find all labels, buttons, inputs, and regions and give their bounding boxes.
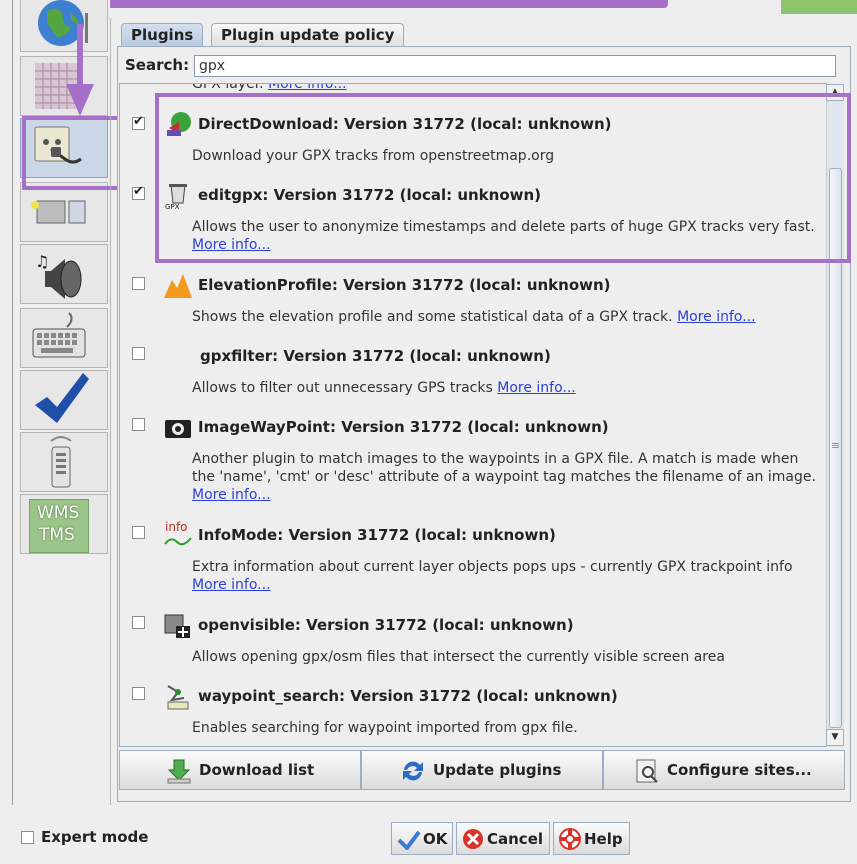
checkmark-icon (35, 373, 89, 423)
help-lifebuoy-icon (559, 828, 581, 850)
ok-check-icon (397, 830, 421, 850)
cancel-label: Cancel (487, 830, 544, 848)
plugin-desc-text: Another plugin to match images to the wa… (192, 451, 816, 485)
plugin-desc-text: Allows opening gpx/osm files that inters… (192, 649, 725, 665)
cancel-button[interactable]: Cancel (456, 822, 550, 855)
tab-plugin-update-policy[interactable]: Plugin update policy (211, 23, 405, 47)
expert-mode-checkbox[interactable] (21, 831, 34, 844)
sidebar-tab-validator[interactable] (20, 370, 108, 430)
wms-label: WMS (37, 503, 80, 523)
plugin-checkbox-infomode[interactable] (132, 526, 145, 539)
plugin-description: Another plugin to match images to the wa… (192, 450, 822, 504)
infomode-icon: info (164, 520, 192, 546)
tab-plugins[interactable]: Plugins (121, 23, 204, 47)
plugin-description: Extra information about current layer ob… (192, 558, 822, 594)
partial-desc-text: GPX layer. (192, 83, 264, 92)
update-plugins-label: Update plugins (433, 761, 562, 779)
partial-description: GPX layer. More info... (192, 83, 347, 92)
plugin-description: Shows the elevation profile and some sta… (192, 308, 822, 326)
plugin-checkbox-gpxfilter[interactable] (132, 347, 145, 360)
infomode-icon-text: info (165, 520, 188, 534)
more-info-link[interactable]: More info... (268, 84, 347, 92)
sidebar-tab-wms-tms[interactable]: WMS TMS (20, 494, 108, 554)
openvisible-icon (164, 614, 190, 638)
top-right-corner-block (781, 0, 857, 14)
more-info-link[interactable]: More info... (497, 380, 576, 396)
plugin-title: openvisible: Version 31772 (local: unkno… (198, 616, 574, 634)
download-icon (167, 759, 191, 784)
search-input[interactable] (194, 55, 836, 77)
plugin-checkbox-openvisible[interactable] (132, 616, 145, 629)
configure-sites-button[interactable]: Configure sites... (603, 750, 845, 790)
plugin-desc-text: Extra information about current layer ob… (192, 559, 793, 575)
speaker-icon: ♫ (35, 252, 82, 299)
ok-button[interactable]: OK (391, 822, 453, 855)
download-list-label: Download list (199, 761, 315, 779)
configure-sites-label: Configure sites... (667, 761, 812, 779)
scroll-down-icon[interactable]: ▼ (826, 729, 844, 746)
refresh-icon (403, 761, 423, 781)
plugin-description: Enables searching for waypoint imported … (192, 719, 822, 737)
remote-control-icon (50, 436, 72, 488)
plugin-description: Allows opening gpx/osm files that inters… (192, 648, 822, 666)
checked-plugins-highlight (155, 93, 851, 263)
plugin-desc-text: Allows to filter out unnecessary GPS tra… (192, 380, 493, 396)
plugin-desc-text: Shows the elevation profile and some sta… (192, 309, 673, 325)
folder-icon (31, 200, 86, 224)
plugin-description: Allows to filter out unnecessary GPS tra… (192, 379, 822, 397)
ok-label: OK (423, 830, 448, 848)
download-list-button[interactable]: Download list (119, 750, 361, 790)
plugin-title: waypoint_search: Version 31772 (local: u… (198, 687, 618, 705)
more-info-link[interactable]: More info... (192, 577, 271, 593)
camera-icon (165, 420, 191, 438)
update-plugins-button[interactable]: Update plugins (361, 750, 603, 790)
plugin-checkbox-elevationprofile[interactable] (132, 277, 145, 290)
configure-icon (636, 759, 658, 783)
more-info-link[interactable]: More info... (192, 487, 271, 503)
plugin-title: InfoMode: Version 31772 (local: unknown) (198, 526, 556, 544)
plugin-checkbox-waypoint-search[interactable] (132, 687, 145, 700)
scroll-grip-icon: ≡ (830, 439, 841, 452)
tms-label: TMS (39, 525, 75, 545)
sidebar-tab-remote-control[interactable] (20, 432, 108, 492)
elevation-profile-icon (164, 274, 192, 298)
plugin-title: gpxfilter: Version 31772 (local: unknown… (200, 347, 551, 365)
sidebar-tab-shortcuts[interactable] (20, 308, 108, 368)
plugin-title: ImageWayPoint: Version 31772 (local: unk… (198, 418, 609, 436)
keyboard-icon (32, 312, 86, 358)
help-button[interactable]: Help (553, 822, 630, 855)
svg-text:♫: ♫ (35, 252, 49, 271)
sidebar-border (12, 0, 13, 805)
search-label: Search: (125, 56, 190, 74)
help-label: Help (584, 830, 623, 848)
plugin-desc-text: Enables searching for waypoint imported … (192, 720, 578, 736)
expert-mode-label: Expert mode (41, 828, 149, 846)
cancel-icon (463, 829, 483, 849)
plugin-checkbox-editgpx[interactable] (132, 184, 145, 200)
sidebar-tab-audio[interactable]: ♫ (20, 244, 108, 304)
plugin-checkbox-imagewaypoint[interactable] (132, 418, 145, 431)
sidebar-tab-connection[interactable] (20, 182, 108, 242)
waypoint-search-icon (167, 685, 189, 710)
plugin-title: ElevationProfile: Version 31772 (local: … (198, 276, 611, 294)
plugin-checkbox-directdownload[interactable] (132, 114, 145, 130)
more-info-link[interactable]: More info... (677, 309, 756, 325)
